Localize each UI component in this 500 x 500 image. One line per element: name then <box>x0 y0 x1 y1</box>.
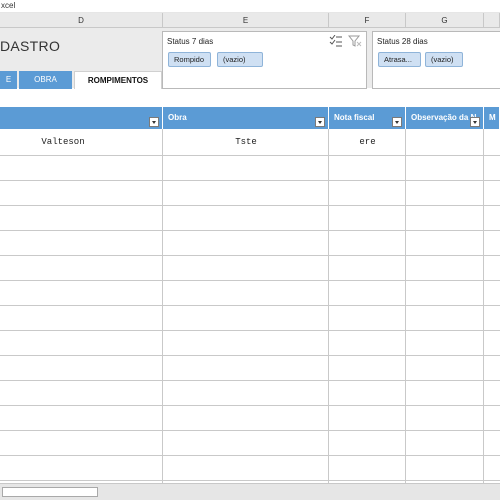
table-header-obra: Obra <box>163 107 329 129</box>
table-header-observacao: Observação da N <box>406 107 484 129</box>
window-title-bar: xcel <box>0 0 500 13</box>
row-divider <box>0 180 500 181</box>
row-divider <box>0 280 500 281</box>
row-divider <box>0 155 500 156</box>
table-header-nome <box>0 107 163 129</box>
table-header-nota-fiscal: Nota fiscal <box>329 107 406 129</box>
header-label: Obra <box>168 113 187 122</box>
slicer-title: Status 28 dias <box>377 37 428 46</box>
slicer-status-28-dias[interactable]: Status 28 dias Atrasa... (vazio) <box>372 31 500 89</box>
row-divider <box>0 330 500 331</box>
multi-select-icon[interactable] <box>329 34 343 47</box>
header-label: M <box>489 113 496 122</box>
table-cell-nota-fiscal[interactable]: ere <box>329 137 406 147</box>
table-cell-nome[interactable]: Valteson <box>0 137 126 147</box>
status-bar <box>0 483 500 500</box>
row-divider <box>0 230 500 231</box>
window-title: xcel <box>1 1 16 10</box>
slicer-item-rompido[interactable]: Rompido <box>168 52 211 67</box>
column-header-e[interactable]: E <box>163 13 329 28</box>
filter-dropdown-icon[interactable] <box>315 117 325 127</box>
horizontal-scrollbar[interactable] <box>2 487 98 497</box>
row-divider <box>0 255 500 256</box>
row-divider <box>0 205 500 206</box>
tab-obra[interactable]: OBRA <box>19 71 72 89</box>
filter-dropdown-icon[interactable] <box>470 117 480 127</box>
clear-filter-icon[interactable] <box>347 35 362 47</box>
filter-dropdown-icon[interactable] <box>392 117 402 127</box>
column-header-h[interactable] <box>484 13 500 28</box>
tab-rompimentos[interactable]: ROMPIMENTOS <box>74 71 162 89</box>
row-divider <box>0 405 500 406</box>
slicer-title: Status 7 dias <box>167 37 214 46</box>
column-header-f[interactable]: F <box>329 13 406 28</box>
header-label: Observação da N <box>411 113 477 122</box>
page-title: DASTRO <box>0 38 61 54</box>
slicer-item-vazio[interactable]: (vazio) <box>217 52 263 67</box>
column-header-g[interactable]: G <box>406 13 484 28</box>
table-header-m: M <box>484 107 500 129</box>
column-header-d[interactable]: D <box>0 13 163 28</box>
header-label: Nota fiscal <box>334 113 375 122</box>
table-cell-obra[interactable]: Tste <box>163 137 329 147</box>
row-divider <box>0 380 500 381</box>
slicer-status-7-dias[interactable]: Status 7 dias Rompido (vazio) <box>162 31 367 89</box>
row-divider <box>0 355 500 356</box>
row-divider <box>0 455 500 456</box>
filter-dropdown-icon[interactable] <box>149 117 159 127</box>
row-divider <box>0 480 500 481</box>
slicer-item-vazio[interactable]: (vazio) <box>425 52 463 67</box>
tab-cadastro[interactable]: E <box>0 71 17 89</box>
row-divider <box>0 305 500 306</box>
slicer-item-atrasado[interactable]: Atrasa... <box>378 52 421 67</box>
row-divider <box>0 430 500 431</box>
